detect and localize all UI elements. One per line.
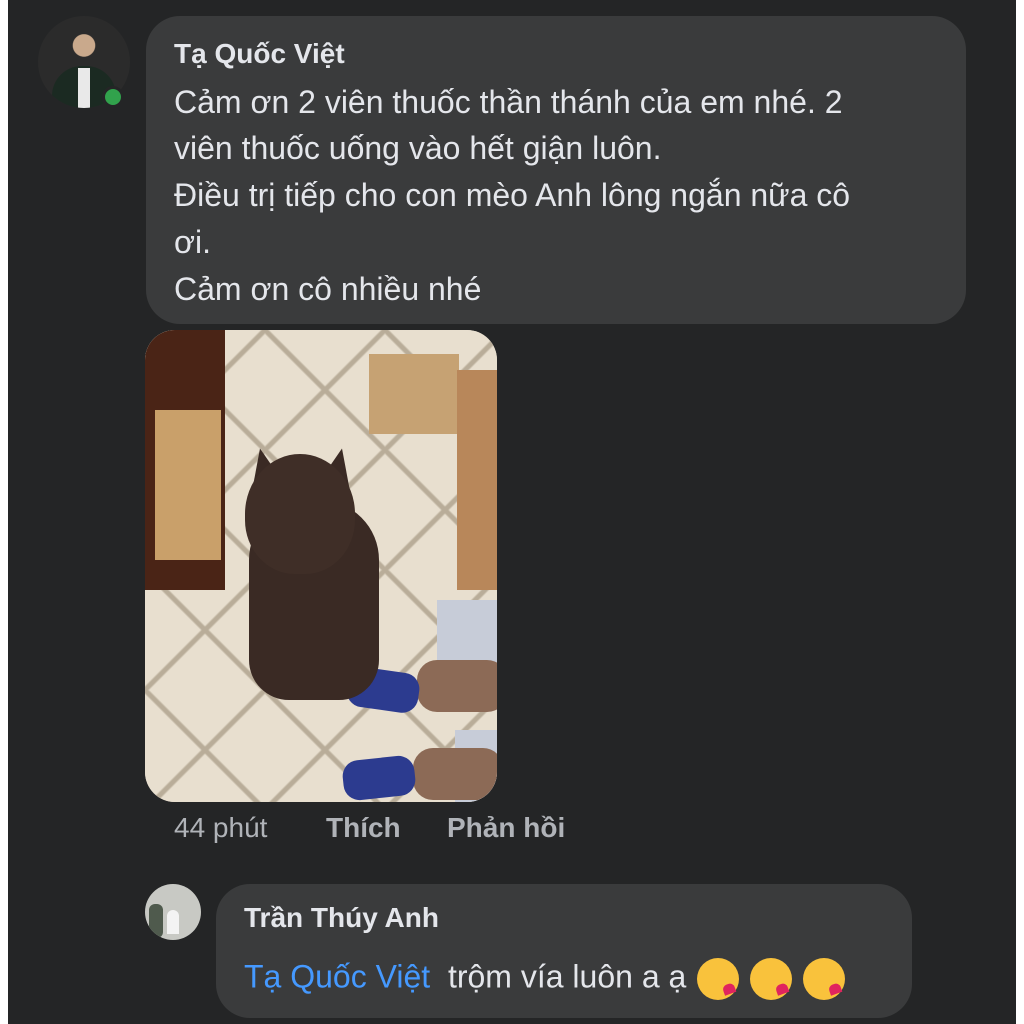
comment-line-3: Điều trị tiếp cho con mèo Anh lông ngắn … — [174, 177, 851, 213]
reply-text-line: Tạ Quốc Việt trộm vía luôn a ạ 😘 😘 😘 — [244, 958, 845, 1000]
photo-dog-head — [245, 454, 355, 574]
comment-thread: Tạ Quốc Việt Cảm ơn 2 viên thuốc thần th… — [8, 0, 1016, 1024]
reply-text: trộm vía luôn a ạ — [447, 958, 687, 995]
photo-box — [369, 354, 459, 434]
photo-leg — [417, 660, 497, 712]
photo-slipper — [341, 754, 417, 802]
comment-line-4: ơi. — [174, 224, 211, 260]
photo-leg — [413, 748, 497, 800]
comment-photo[interactable] — [145, 330, 497, 802]
reply-bubble: Trần Thúy Anh Tạ Quốc Việt trộm vía luôn… — [216, 884, 912, 1018]
photo-box — [155, 410, 221, 560]
comment-bubble: Tạ Quốc Việt Cảm ơn 2 viên thuốc thần th… — [146, 16, 966, 324]
avatar-figure — [167, 910, 179, 934]
kissing-face-icon: 😘 — [802, 958, 845, 1000]
photo-box — [457, 370, 497, 590]
kissing-face-icon: 😘 — [750, 958, 793, 1000]
comment-line-2: viên thuốc uống vào hết giận luôn. — [174, 130, 662, 166]
reply-avatar[interactable] — [145, 884, 201, 940]
comment-timestamp[interactable]: 44 phút — [174, 812, 267, 844]
comment-line-5: Cảm ơn cô nhiều nhé — [174, 271, 482, 307]
comment-author[interactable]: Tạ Quốc Việt — [174, 38, 345, 70]
mention-link[interactable]: Tạ Quốc Việt — [244, 958, 430, 994]
comment-line-1: Cảm ơn 2 viên thuốc thần thánh của em nh… — [174, 84, 843, 120]
avatar-shirt — [78, 68, 90, 108]
reply-author[interactable]: Trần Thúy Anh — [244, 902, 439, 934]
like-button[interactable]: Thích — [326, 812, 401, 844]
online-status-icon — [102, 86, 124, 108]
avatar-tree — [149, 904, 163, 938]
kissing-face-icon: 😘 — [697, 958, 740, 1000]
reply-button[interactable]: Phản hồi — [447, 812, 565, 844]
